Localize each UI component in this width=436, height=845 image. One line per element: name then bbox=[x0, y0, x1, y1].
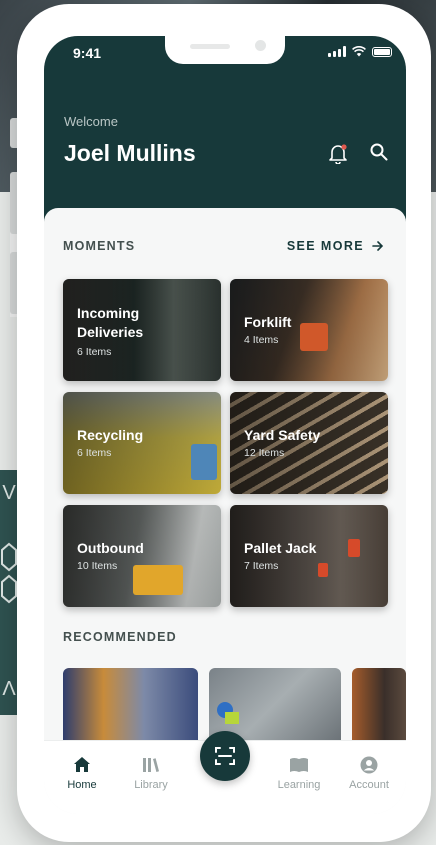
tab-account[interactable]: Account bbox=[339, 755, 399, 791]
moment-card-count: 6 Items bbox=[77, 447, 112, 459]
moment-card-outbound[interactable]: Outbound 10 Items bbox=[63, 505, 221, 607]
status-icons bbox=[328, 46, 392, 57]
tab-label: Learning bbox=[277, 779, 321, 791]
recommended-section-title: RECOMMENDED bbox=[63, 630, 177, 644]
moment-card-title: Incoming Deliveries bbox=[77, 305, 144, 340]
moment-card-incoming-deliveries[interactable]: Incoming Deliveries 6 Items bbox=[63, 279, 221, 381]
tab-learning[interactable]: Learning bbox=[269, 755, 329, 791]
bottom-tab-bar: Home Library Learning Account bbox=[44, 731, 406, 814]
see-more-label: SEE MORE bbox=[286, 239, 364, 253]
scan-icon bbox=[215, 747, 235, 765]
status-time: 9:41 bbox=[73, 45, 102, 61]
tab-label: Home bbox=[67, 779, 97, 791]
wifi-icon bbox=[352, 46, 366, 57]
home-icon bbox=[74, 757, 90, 772]
tab-library[interactable]: Library bbox=[121, 755, 181, 791]
notification-bell-icon[interactable] bbox=[327, 142, 349, 164]
recommended-item[interactable] bbox=[63, 668, 198, 740]
tab-label: Library bbox=[134, 779, 168, 791]
moment-card-recycling[interactable]: Recycling 6 Items bbox=[63, 392, 221, 494]
account-icon bbox=[360, 756, 378, 774]
moment-card-count: 4 Items bbox=[244, 334, 279, 346]
recommended-item[interactable] bbox=[352, 668, 406, 740]
recommended-item[interactable] bbox=[209, 668, 341, 740]
signal-icon bbox=[328, 46, 346, 57]
moment-card-title: Pallet Jack bbox=[244, 540, 317, 556]
moment-card-title: Forklift bbox=[244, 314, 292, 330]
moment-card-pallet-jack[interactable]: Pallet Jack 7 Items bbox=[230, 505, 388, 607]
moment-card-count: 10 Items bbox=[77, 560, 118, 572]
background-pattern: V Λ bbox=[0, 470, 18, 715]
moment-card-yard-safety[interactable]: Yard Safety 12 Items bbox=[230, 392, 388, 494]
user-name: Joel Mullins bbox=[64, 140, 196, 166]
tab-home[interactable]: Home bbox=[52, 755, 112, 791]
phone-notch bbox=[165, 36, 285, 64]
moment-card-forklift[interactable]: Forklift 4 Items bbox=[230, 279, 388, 381]
moment-card-count: 12 Items bbox=[244, 447, 285, 459]
see-more-button[interactable]: SEE MORE bbox=[287, 239, 384, 253]
welcome-label: Welcome bbox=[64, 114, 118, 129]
arrow-right-icon bbox=[372, 241, 384, 251]
library-icon bbox=[143, 758, 159, 772]
moment-card-title: Outbound bbox=[77, 540, 144, 556]
moments-section-title: MOMENTS bbox=[63, 239, 136, 253]
moment-card-count: 7 Items bbox=[244, 560, 279, 572]
scan-button[interactable] bbox=[200, 731, 250, 781]
hexagon-decoration-icon bbox=[1, 542, 17, 604]
tab-label: Account bbox=[349, 779, 389, 791]
battery-icon bbox=[372, 46, 392, 57]
main-content: MOMENTS SEE MORE Incoming Deliveries 6 I… bbox=[44, 208, 406, 768]
background-glyph: Λ bbox=[2, 678, 16, 700]
book-icon bbox=[290, 758, 308, 772]
moment-card-title: Yard Safety bbox=[244, 427, 321, 443]
search-icon[interactable] bbox=[369, 142, 389, 162]
background-glyph: V bbox=[2, 482, 16, 504]
app-screen: 9:41 Welcome Joel Mullins MOMENTS SEE MO… bbox=[44, 36, 406, 814]
moment-card-count: 6 Items bbox=[77, 346, 112, 358]
moment-card-title: Recycling bbox=[77, 427, 144, 443]
